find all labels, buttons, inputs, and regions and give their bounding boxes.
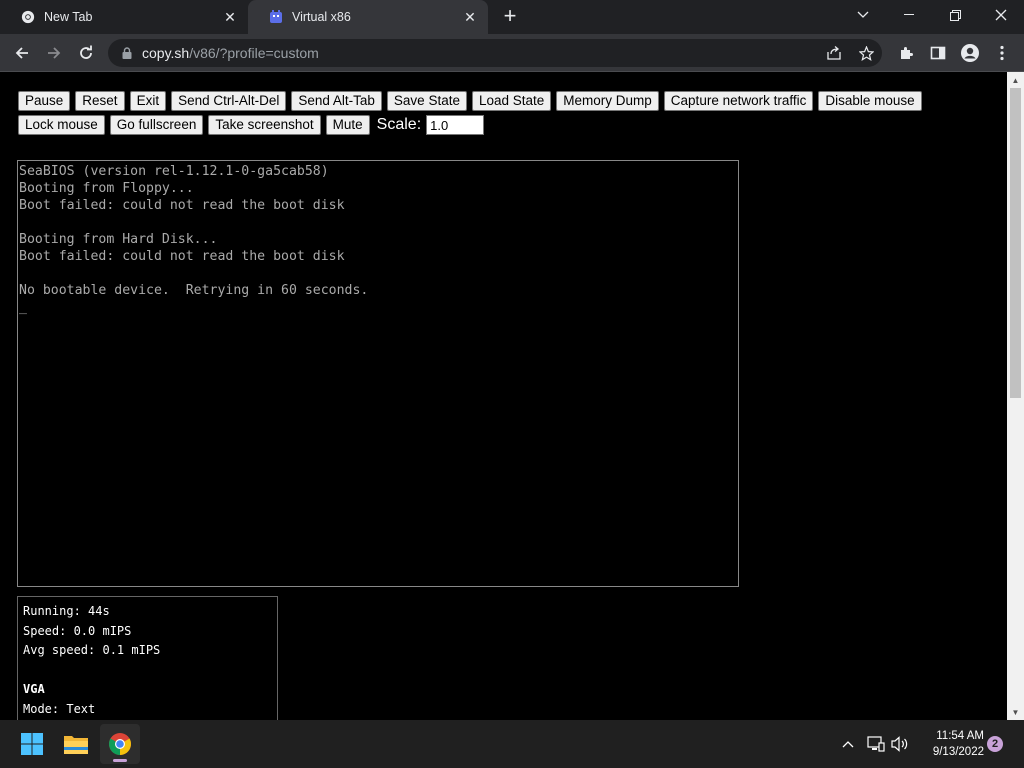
chrome-taskbar-icon[interactable] — [100, 724, 140, 764]
clock-time: 11:54 AM — [936, 730, 984, 742]
memory-dump-button[interactable]: Memory Dump — [556, 91, 659, 111]
send-ctrl-alt-del-button[interactable]: Send Ctrl-Alt-Del — [171, 91, 287, 111]
reset-button[interactable]: Reset — [75, 91, 125, 111]
new-tab-button[interactable]: + — [498, 5, 522, 29]
active-app-indicator — [113, 759, 127, 762]
scale-label: Scale: — [376, 116, 422, 133]
browser-toolbar: copy.sh/v86/?profile=custom — [0, 34, 1024, 72]
network-icon[interactable] — [866, 734, 886, 754]
load-state-button[interactable]: Load State — [471, 91, 552, 111]
mute-button[interactable]: Mute — [325, 115, 370, 135]
controls-row-1: Pause Reset Exit Send Ctrl-Alt-Del Send … — [18, 91, 978, 111]
profile-avatar-icon[interactable] — [958, 41, 982, 65]
scale-input[interactable] — [426, 115, 485, 135]
emulator-info-panel: Running: 44s Speed: 0.0 mIPS Avg speed: … — [17, 596, 278, 720]
share-icon[interactable] — [822, 39, 846, 67]
tab-title: Virtual x86 — [292, 10, 351, 24]
tab-title: New Tab — [44, 10, 93, 24]
scroll-up-icon[interactable]: ▲ — [1007, 72, 1024, 88]
screen-line: Boot failed: could not read the boot dis… — [19, 198, 345, 213]
screen-line: No bootable device. Retrying in 60 secon… — [19, 283, 369, 298]
info-mode: Mode: Text — [23, 701, 96, 716]
menu-kebab-icon[interactable] — [990, 41, 1014, 65]
back-icon[interactable] — [10, 41, 34, 65]
screen-line — [19, 265, 738, 282]
close-tab-icon[interactable]: ✕ — [222, 9, 238, 25]
v86-page: Pause Reset Exit Send Ctrl-Alt-Del Send … — [0, 72, 1007, 720]
tab-search-dropdown-icon[interactable] — [840, 0, 886, 30]
disable-mouse-button[interactable]: Disable mouse — [818, 91, 922, 111]
url-host: copy.sh — [142, 45, 190, 61]
close-tab-icon[interactable]: ✕ — [462, 9, 478, 25]
volume-icon[interactable] — [890, 734, 910, 754]
info-vga-heading: VGA — [23, 682, 45, 696]
close-window-button[interactable] — [978, 0, 1024, 30]
pause-button[interactable]: Pause — [18, 91, 71, 111]
chevron-up-icon[interactable] — [838, 734, 858, 754]
lock-icon[interactable] — [120, 46, 134, 60]
save-state-button[interactable]: Save State — [386, 91, 467, 111]
lock-mouse-button[interactable]: Lock mouse — [18, 115, 105, 135]
tab-virtual-x86[interactable]: Virtual x86 ✕ — [248, 0, 488, 34]
bookmark-star-icon[interactable] — [854, 39, 878, 67]
url-path: /v86/?profile=custom — [189, 45, 319, 61]
emulator-controls: Pause Reset Exit Send Ctrl-Alt-Del Send … — [18, 91, 978, 139]
info-speed: Speed: 0.0 mIPS — [23, 623, 132, 638]
extensions-icon[interactable] — [894, 41, 918, 65]
text-cursor: _ — [19, 300, 27, 315]
tab-new-tab[interactable]: New Tab ✕ — [0, 0, 248, 34]
address-bar[interactable]: copy.sh/v86/?profile=custom — [108, 39, 882, 67]
minimize-button[interactable] — [886, 0, 932, 30]
windows-start-icon[interactable] — [12, 724, 52, 764]
notification-badge[interactable]: 2 — [987, 736, 1003, 752]
info-running: Running: 44s — [23, 604, 110, 618]
reload-icon[interactable] — [74, 41, 98, 65]
take-screenshot-button[interactable]: Take screenshot — [208, 115, 321, 135]
file-explorer-icon[interactable] — [56, 724, 96, 764]
side-panel-icon[interactable] — [926, 41, 950, 65]
emulator-screen[interactable]: SeaBIOS (version rel-1.12.1-0-ga5cab58) … — [17, 160, 739, 587]
scrollbar-thumb[interactable] — [1010, 88, 1021, 398]
url-text: copy.sh/v86/?profile=custom — [142, 45, 319, 61]
go-fullscreen-button[interactable]: Go fullscreen — [109, 115, 204, 135]
chrome-icon — [20, 9, 36, 25]
screen-line: Boot failed: could not read the boot dis… — [19, 249, 345, 264]
restore-button[interactable] — [932, 0, 978, 30]
screen-line — [19, 214, 738, 231]
clock-date: 9/13/2022 — [932, 746, 984, 758]
controls-row-2: Lock mouse Go fullscreen Take screenshot… — [18, 115, 978, 135]
screen-line: Booting from Floppy... — [19, 181, 194, 196]
exit-button[interactable]: Exit — [129, 91, 167, 111]
screen-line: Booting from Hard Disk... — [19, 232, 218, 247]
info-avg-speed: Avg speed: 0.1 mIPS — [23, 643, 161, 657]
capture-network-traffic-button[interactable]: Capture network traffic — [663, 91, 814, 111]
system-clock[interactable]: 11:54 AM 9/13/2022 — [918, 728, 984, 760]
screen-line: SeaBIOS (version rel-1.12.1-0-ga5cab58) — [19, 164, 329, 179]
forward-icon[interactable] — [42, 41, 66, 65]
windows-taskbar: 11:54 AM 9/13/2022 2 — [0, 720, 1024, 768]
tab-strip: New Tab ✕ Virtual x86 ✕ + — [0, 0, 1024, 34]
scroll-down-icon[interactable]: ▼ — [1007, 704, 1024, 720]
send-alt-tab-button[interactable]: Send Alt-Tab — [291, 91, 382, 111]
page-scrollbar[interactable]: ▲ ▼ — [1007, 72, 1024, 720]
v86-icon — [268, 9, 284, 25]
